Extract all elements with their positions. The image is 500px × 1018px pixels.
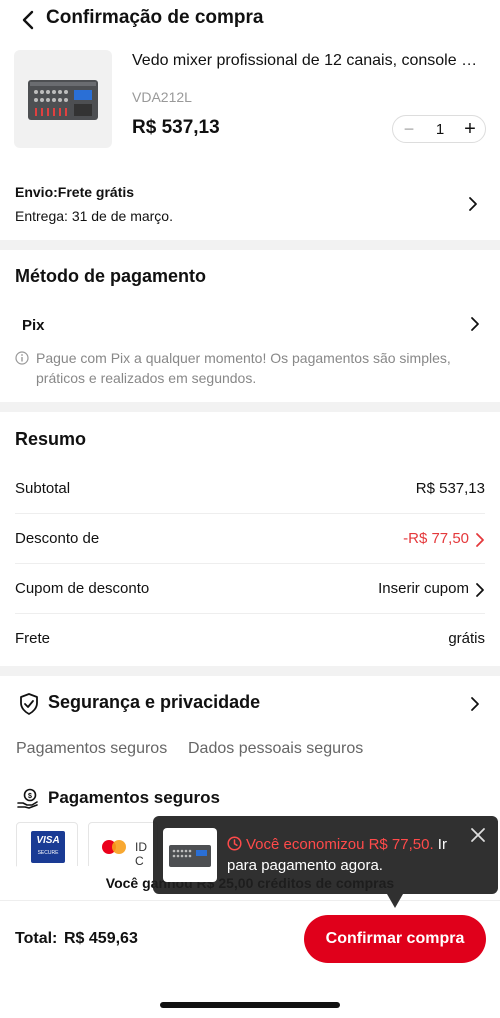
chevron-right-icon[interactable] bbox=[470, 316, 480, 332]
header: Confirmação de compra bbox=[0, 0, 500, 40]
toast-savings: Você economizou R$ 77,50. bbox=[246, 836, 434, 853]
quantity-value[interactable]: 1 bbox=[427, 121, 453, 138]
product-card: Vedo mixer profissional de 12 canais, co… bbox=[0, 40, 500, 164]
row-value: R$ 537,13 bbox=[415, 480, 485, 497]
row-label: Subtotal bbox=[15, 480, 71, 497]
summary-section: Resumo Subtotal R$ 537,13 Desconto de -R… bbox=[0, 412, 500, 666]
secure-payments-title: Pagamentos seguros bbox=[48, 788, 220, 807]
mastercard-id-check-logo: ID C bbox=[88, 822, 158, 872]
payment-method-title: Método de pagamento bbox=[15, 266, 207, 286]
summary-title: Resumo bbox=[15, 429, 87, 449]
shipping-info: Envio:Frete grátis bbox=[15, 184, 134, 200]
chevron-right-icon bbox=[476, 583, 484, 597]
tab-secure-payments[interactable]: Pagamentos seguros bbox=[16, 740, 167, 758]
visa-text: VISA bbox=[36, 835, 60, 846]
summary-row-subtotal: Subtotal R$ 537,13 bbox=[15, 464, 485, 514]
home-indicator bbox=[160, 1002, 340, 1008]
summary-row-discount[interactable]: Desconto de -R$ 77,50 bbox=[15, 514, 485, 564]
svg-text:$: $ bbox=[28, 793, 32, 800]
visa-sub: SECURE bbox=[37, 850, 59, 856]
total-value: R$ 459,63 bbox=[64, 930, 138, 947]
hand-money-icon: $ bbox=[17, 788, 38, 809]
delivery-date: Entrega: 31 de de março. bbox=[15, 208, 173, 224]
security-title[interactable]: Segurança e privacidade bbox=[48, 692, 260, 713]
payment-method-section: Método de pagamento Pix Pague com Pix a … bbox=[0, 250, 500, 402]
clock-icon bbox=[227, 836, 242, 851]
toast-message: Você economizou R$ 77,50. Ir para pagame… bbox=[227, 834, 463, 876]
product-sku: VDA212L bbox=[132, 89, 192, 105]
row-label: Cupom de desconto bbox=[15, 580, 150, 597]
summary-row-shipping: Frete grátis bbox=[15, 614, 485, 664]
quantity-stepper: − 1 + bbox=[392, 115, 486, 143]
payment-option-pix[interactable]: Pix bbox=[22, 317, 45, 334]
discount-value: -R$ 77,50 bbox=[403, 530, 469, 547]
shield-check-icon bbox=[20, 693, 38, 715]
decrease-quantity-button[interactable]: − bbox=[399, 119, 419, 139]
chevron-right-icon bbox=[469, 197, 477, 211]
page-title: Confirmação de compra bbox=[46, 7, 264, 28]
shipping-label: Envio: bbox=[15, 184, 58, 200]
row-label: Frete bbox=[15, 630, 51, 647]
insert-coupon-link[interactable]: Inserir cupom bbox=[378, 580, 469, 597]
savings-toast[interactable]: Você economizou R$ 77,50. Ir para pagame… bbox=[153, 816, 498, 908]
payment-note: Pague com Pix a qualquer momento! Os pag… bbox=[36, 350, 451, 386]
shipping-value: Frete grátis bbox=[57, 184, 135, 200]
chevron-right-icon bbox=[476, 533, 484, 547]
product-image[interactable] bbox=[14, 50, 112, 148]
row-value: grátis bbox=[448, 630, 485, 647]
info-icon bbox=[15, 351, 29, 365]
product-price: R$ 537,13 bbox=[132, 117, 220, 138]
increase-quantity-button[interactable]: + bbox=[459, 118, 481, 140]
visa-secure-logo: VISA SECURE bbox=[16, 822, 78, 872]
checkout-bar: Total: R$ 459,63 Confirmar compra bbox=[0, 900, 500, 1018]
chevron-right-icon[interactable] bbox=[470, 696, 480, 712]
shipping-row[interactable]: Envio:Frete grátis Entrega: 31 de de mar… bbox=[0, 164, 500, 240]
close-icon[interactable] bbox=[469, 826, 487, 844]
tab-secure-personal-data[interactable]: Dados pessoais seguros bbox=[188, 740, 363, 758]
summary-row-coupon[interactable]: Cupom de desconto Inserir cupom bbox=[15, 564, 485, 614]
total-label: Total: bbox=[15, 930, 58, 947]
back-arrow-icon[interactable] bbox=[18, 8, 40, 32]
toast-product-image bbox=[163, 828, 217, 882]
toast-pointer bbox=[387, 894, 403, 908]
product-title[interactable]: Vedo mixer profissional de 12 canais, co… bbox=[132, 52, 484, 70]
row-label: Desconto de bbox=[15, 530, 100, 547]
confirm-purchase-button[interactable]: Confirmar compra bbox=[304, 915, 486, 963]
